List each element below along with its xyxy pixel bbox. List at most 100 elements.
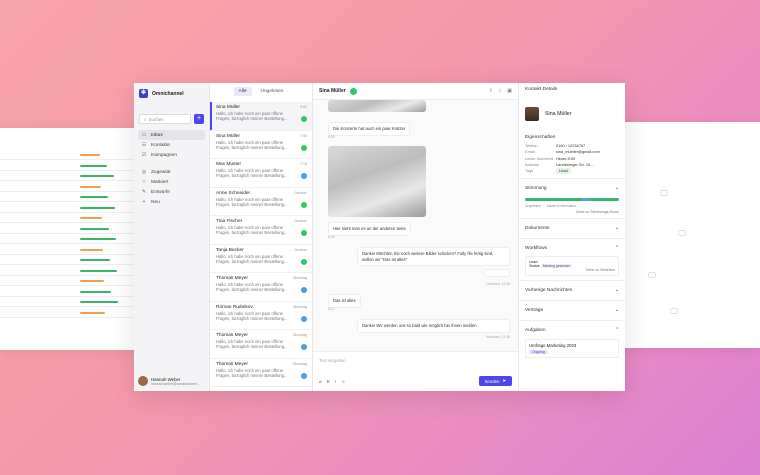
conversation-time: Gestern — [294, 190, 307, 195]
sidebar-item-label: Inbox — [151, 132, 163, 138]
sidebar-item-assigned[interactable]: ◎ Zugewiät — [138, 167, 205, 177]
background-row-divider — [0, 316, 150, 318]
contact-profile: Sina Müller — [525, 107, 619, 121]
workflow-node — [660, 190, 668, 196]
search-icon: ⌕ — [144, 116, 147, 122]
send-icon: ➤ — [502, 378, 506, 383]
photo-attachment[interactable] — [328, 146, 426, 217]
bold-icon[interactable]: B — [327, 379, 330, 385]
properties-title: Eigenschaften — [525, 135, 556, 140]
chat-actions: ⇪ ☆ ▣ — [489, 88, 512, 94]
star-icon[interactable]: ☆ — [498, 88, 502, 94]
share-icon[interactable]: ⇪ — [489, 88, 493, 94]
conversation-item[interactable]: Max Muster Hallo, ich habe noch ein paar … — [210, 159, 312, 188]
search-input[interactable]: ⌕ Suchen — [139, 114, 191, 124]
whatsapp-icon — [301, 201, 307, 208]
background-progress-bar — [80, 164, 107, 167]
contracts-title: Verträge — [525, 308, 544, 314]
background-progress-bar — [80, 259, 110, 261]
background-progress-bar — [80, 217, 102, 219]
conversation-item[interactable]: Tanja Becker Hallo, ich habe noch ein paa… — [210, 245, 312, 273]
user-profile[interactable]: Hannah Weber hannah.weber@omnichannel... — [138, 376, 205, 386]
conversation-time: 9:02 — [300, 105, 307, 109]
workflows-section[interactable]: Workflows ⌃ — [525, 243, 619, 254]
workflow-node — [670, 308, 678, 314]
conversation-item[interactable]: Sina Müller Hallo, ich habe noch ein paar… — [210, 102, 312, 131]
documents-section[interactable]: Dokumente ⌄ — [525, 223, 619, 234]
background-table-window — [0, 128, 150, 350]
tab-all[interactable]: Alle — [233, 87, 252, 96]
background-progress-bar — [80, 238, 116, 240]
send-button[interactable]: Senden ➤ — [478, 376, 512, 386]
conversation-item[interactable]: Thomas Meyer Hallo, ich habe noch ein paa… — [210, 359, 312, 387]
mood-bar — [525, 198, 619, 202]
sidebar-item-starred[interactable]: ☆ Markiert — [138, 177, 205, 187]
workflow-status: Meeting gesendet — [540, 264, 572, 269]
conversation-time: Gestern — [294, 219, 307, 223]
tab-unread[interactable]: Ungelesen — [256, 87, 289, 96]
message-bubble: Die Konzerte hat auch ein paar Kratzer — [328, 122, 411, 136]
mood-legend: Ungelesen Letzte Konversation — [525, 204, 619, 208]
conversation-time: Dienstag — [292, 276, 307, 280]
new-conversation-button[interactable]: + — [194, 114, 204, 124]
conversation-name: Sina Müller — [216, 105, 240, 110]
background-row-divider — [0, 180, 150, 181]
conversation-preview: Hallo, ich habe noch ein paar offene Fra… — [216, 196, 288, 207]
mood-link[interactable]: Gehe zu Stimmungs-Score — [525, 210, 619, 214]
message-time: 8:05 — [328, 135, 335, 139]
campaign-icon: ☑ — [141, 152, 147, 158]
legend-item: Letzte Konversation — [546, 204, 576, 209]
panel-toggle-icon[interactable]: ▣ — [507, 88, 512, 94]
conversation-item[interactable]: Thomas Meyer Hallo, ich habe noch ein paa… — [210, 273, 312, 302]
background-progress-bar — [80, 185, 101, 188]
background-progress-bar — [80, 311, 105, 314]
campaign-status-badge: Ongoing — [529, 350, 548, 355]
photo-attachment[interactable] — [328, 100, 426, 112]
chat-panel: Sina Müller ⇪ ☆ ▣ Die Konzerte hat auch … — [313, 83, 519, 391]
conversation-item[interactable]: Sina Müller Hallo, ich habe noch ein paar… — [210, 131, 312, 159]
conversation-item[interactable]: Anne Schneider Hallo, ich habe noch ein p… — [210, 188, 312, 216]
attach-icon[interactable]: ⌀ — [319, 379, 322, 385]
sidebar-item-new[interactable]: + Neu — [138, 197, 205, 207]
compose-tools: ⌀ B I ☺ — [319, 379, 346, 385]
campaign-name: Umfrage Marketing 2023 — [529, 343, 577, 349]
workflow-link[interactable]: Gehe zu Workflow — [529, 268, 615, 272]
conversation-item[interactable]: Roman Rudnikov Hallo, ich habe noch ein p… — [210, 302, 312, 330]
property-key: Tags — [525, 168, 534, 174]
background-row-divider — [0, 211, 150, 213]
chat-title: Sina Müller — [319, 88, 346, 94]
emoji-icon[interactable]: ☺ — [341, 379, 346, 385]
contracts-section[interactable]: Verträge ⌄ — [525, 305, 619, 316]
tasks-section[interactable]: Aufgaben ⌃ — [525, 325, 619, 336]
compose-box[interactable]: Text eingeben ⌀ B I ☺ Senden ➤ — [313, 351, 518, 391]
background-row-divider — [0, 169, 150, 171]
compose-input[interactable]: Text eingeben — [319, 358, 346, 363]
italic-icon[interactable]: I — [335, 379, 336, 385]
selected-indicator — [210, 102, 212, 130]
conversation-preview: Hallo, ich habe noch ein paar offene Fra… — [216, 310, 288, 321]
chevron-down-icon: ⌄ — [614, 308, 619, 314]
search-placeholder: Suchen — [148, 116, 164, 122]
star-icon: ☆ — [141, 179, 147, 185]
background-row-divider — [0, 285, 150, 286]
property-row: Tags Lead — [525, 168, 619, 175]
inbox-icon: ▭ — [141, 132, 147, 138]
conversation-item[interactable]: Tina Fischer Hallo, ich habe noch ein paa… — [210, 216, 312, 245]
campaign-card[interactable]: Umfrage Marketing 2023 Ongoing — [525, 339, 619, 359]
sidebar-item-contacts[interactable]: ☷ Kontakte — [138, 140, 205, 150]
sidebar-item-label: Markiert — [151, 179, 169, 185]
whatsapp-icon — [301, 230, 307, 236]
mood-section[interactable]: Stimmung ⌄ — [525, 183, 619, 194]
chevron-up-icon: ⌃ — [614, 246, 619, 252]
sidebar-item-inbox[interactable]: ▭ Inbox — [138, 130, 205, 140]
background-progress-bar — [80, 269, 117, 272]
sidebar-item-drafts[interactable]: ✎ Entwürfe — [138, 187, 205, 197]
conversation-preview: Hallo, ich habe noch ein paar offene Fra… — [216, 282, 288, 293]
contact-details: Kontakt Details Sina Müller Eigenschafte… — [519, 83, 625, 391]
conversation-name: Sina Müller — [216, 133, 240, 139]
background-progress-bar — [80, 227, 109, 230]
previous-messages-section[interactable]: Vorherige Nachrichten ⌄ — [525, 285, 619, 296]
conversation-time: 7:16 — [300, 162, 307, 166]
conversation-item[interactable]: Thomas Meyer Hallo, ich habe noch ein paa… — [210, 330, 312, 359]
sidebar-item-campaigns[interactable]: ☑ Kampagnen — [138, 150, 205, 160]
